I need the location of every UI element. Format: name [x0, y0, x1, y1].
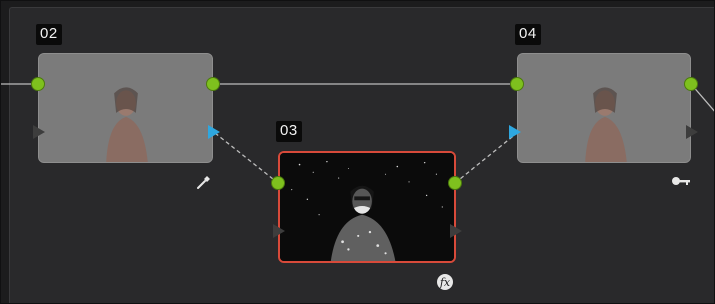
node-graph-panel: 02 03 fx 04 — [0, 0, 715, 304]
node-04-thumbnail — [518, 54, 690, 162]
key-wire-03-to-04 — [454, 132, 518, 184]
node-03-key-output[interactable] — [450, 224, 462, 238]
node-02-output-dot[interactable] — [206, 77, 220, 91]
node-02-input-dot[interactable] — [31, 77, 45, 91]
node-04-key-input[interactable] — [509, 125, 521, 139]
node-03-output-dot[interactable] — [448, 176, 462, 190]
node-03-key-input[interactable] — [273, 224, 285, 238]
eyedropper-icon — [195, 173, 213, 196]
node-03-thumbnail — [280, 153, 454, 261]
node-02-key-input[interactable] — [33, 125, 45, 139]
node-02[interactable] — [38, 53, 213, 163]
node-label-03: 03 — [276, 121, 302, 142]
key-wire-02-to-03 — [214, 132, 279, 184]
node-02-thumbnail — [39, 54, 212, 162]
node-03[interactable] — [278, 151, 456, 263]
node-03-input-dot[interactable] — [271, 176, 285, 190]
node-04-output-dot[interactable] — [684, 77, 698, 91]
node-label-02: 02 — [36, 24, 62, 45]
node-04-key-output[interactable] — [686, 125, 698, 139]
fx-icon: fx — [436, 273, 454, 296]
node-04[interactable] — [517, 53, 691, 163]
node-04-input-dot[interactable] — [510, 77, 524, 91]
node-label-04: 04 — [515, 24, 541, 45]
svg-text:fx: fx — [439, 276, 451, 289]
node-02-key-output[interactable] — [208, 125, 220, 139]
key-icon — [671, 174, 693, 193]
